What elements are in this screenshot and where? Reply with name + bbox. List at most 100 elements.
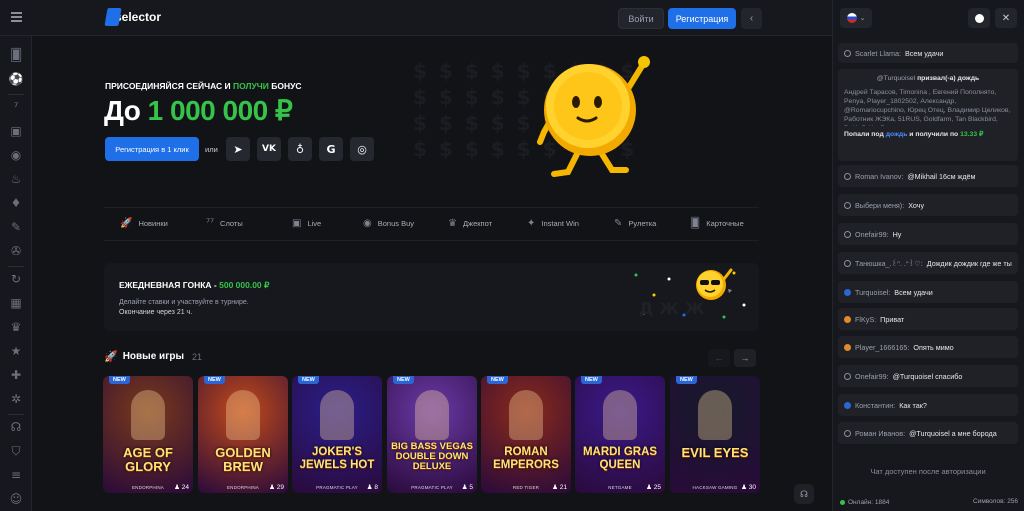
language-selector[interactable]: ⌄ (840, 8, 872, 28)
star-icon[interactable]: ★ (9, 344, 23, 358)
poker-icon[interactable]: ✇ (9, 244, 23, 258)
chat-message: Роман Иванов: @Turquoisel а мне борода (838, 422, 1018, 444)
instant-win-icon: ✦ (527, 218, 536, 229)
telegram-icon[interactable]: ➤ (226, 137, 250, 161)
category-roulette[interactable]: ✎ Рулетка (614, 218, 656, 229)
support-icon[interactable]: ☊ (9, 420, 23, 434)
live-icon[interactable]: ▣ (9, 124, 23, 138)
chat-username[interactable]: Выбери меня): (855, 201, 904, 210)
chat-username[interactable]: FlKyS: (855, 315, 876, 324)
rocket-icon: 🚀 (104, 350, 118, 363)
network-icon[interactable]: ✲ (9, 392, 23, 406)
avatar-icon (844, 343, 851, 351)
gift-icon[interactable]: ✚ (9, 368, 23, 382)
logo[interactable]: selector (104, 8, 161, 26)
game-title: EVIL EYES (681, 445, 749, 460)
category-new[interactable]: 🚀 Новинки (120, 218, 168, 229)
game-character-image (509, 390, 543, 440)
rain-word: дождь (885, 131, 908, 138)
chat-text: Всем удачи (894, 287, 933, 297)
category-bonus-buy[interactable]: ◉ Bonus Buy (363, 218, 414, 229)
players-count: ♟ 30 (741, 483, 756, 491)
user-icon: ♟ (269, 483, 275, 491)
game-character-image (226, 390, 260, 440)
daily-race-banner[interactable]: ЕЖЕДНЕВНАЯ ГОНКА - 500 000.00 ₽ Делайте … (104, 263, 759, 331)
trophy-icon[interactable]: ♛ (9, 320, 23, 334)
steam-icon[interactable]: ◎ (350, 137, 374, 161)
game-card[interactable]: NEW AGE OF GLORY ENDORPHINA ♟ 24 (103, 376, 193, 493)
chat-username[interactable]: Константин: (855, 401, 895, 410)
user-icon: ♟ (741, 483, 747, 491)
slots-icon[interactable]: ⁷ (9, 100, 23, 114)
game-card[interactable]: NEW EVIL EYES HACKSAW GAMING ♟ 30 (670, 376, 760, 493)
prev-games-button[interactable]: ← (708, 349, 730, 367)
chat-username[interactable]: Scarlet Llama: (855, 49, 901, 58)
category-instant-win[interactable]: ✦ Instant Win (527, 218, 579, 229)
user-icon: ♟ (461, 483, 468, 491)
chat-username[interactable]: Player_1666165: (855, 343, 909, 352)
chat-username[interactable]: Роман Иванов: (855, 429, 905, 438)
avatar-icon (844, 49, 851, 57)
category-bar (104, 207, 759, 241)
users-icon[interactable]: ☺ (9, 492, 23, 506)
google-icon[interactable]: G (319, 137, 343, 161)
close-chat-button[interactable]: ✕ (995, 8, 1017, 28)
game-card[interactable]: NEW ROMAN EMPERORS RED TIGER ♟ 21 (481, 376, 571, 493)
chat-message: Танюшка_.꒰ᐢ. .ᐢ꒱♡: Дождик дождик где же т… (838, 252, 1018, 274)
game-card[interactable]: NEW BIG BASS VEGAS DOUBLE DOWN DELUXE PRAG… (387, 376, 477, 493)
headset-icon: ☊ (800, 488, 808, 499)
register-button[interactable]: Регистрация (668, 8, 736, 29)
jackpot-icon: ♛ (448, 218, 457, 229)
chat-text: @Mikhail 16см ждём (907, 171, 976, 181)
new-games-title: Новые игры (122, 351, 185, 362)
avatar-icon (844, 401, 851, 409)
chat-message: Scarlet Llama: Всем удачи (838, 43, 1018, 63)
quick-register-button[interactable]: Регистрация в 1 клик (105, 137, 199, 161)
rain-message: @Turquoisel призвал(-а) дождь Андрей Тар… (838, 69, 1018, 161)
category-live[interactable]: ▣ Live (292, 218, 321, 229)
soccer-icon[interactable]: ⚽ (9, 72, 24, 86)
bonus-buy-icon[interactable]: ◉ (9, 148, 23, 162)
collapse-chat-button[interactable]: ‹ (741, 8, 762, 29)
game-title: BIG BASS VEGAS DOUBLE DOWN DELUXE (391, 441, 473, 472)
odnoklassniki-icon[interactable]: ♁ (288, 137, 312, 161)
roulette-icon[interactable]: ✎ (9, 220, 23, 234)
chat-username[interactable]: Onefair99: (855, 230, 889, 239)
game-card[interactable]: NEW MARDI GRAS QUEEN NETGAME ♟ 25 (575, 376, 665, 493)
refresh-icon[interactable]: ↻ (9, 272, 23, 286)
gift-box-icon[interactable]: ▦ (9, 296, 23, 310)
chat-text: @Turquoisel а мне борода (909, 428, 997, 438)
list-icon[interactable]: ≡ (9, 468, 23, 482)
login-button[interactable]: Войти (618, 8, 664, 29)
chat-username[interactable]: Turquoisel: (855, 288, 890, 297)
category-jackpot[interactable]: ♛ Джекпот (448, 218, 492, 229)
or-label: или (205, 145, 218, 154)
vk-icon[interactable]: VK (257, 137, 281, 161)
players-count: ♟ 21 (552, 483, 567, 491)
arrow-left-icon: ← (714, 353, 724, 363)
chat-username[interactable]: Onefair99: (855, 372, 889, 381)
roulette-icon: ✎ (614, 218, 623, 229)
chat-text: Приват (880, 314, 905, 324)
category-slots[interactable]: ⁷⁷ Слоты (206, 218, 243, 229)
fire-icon[interactable]: ♨ (9, 172, 23, 186)
category-cards[interactable]: 🂠 Карточные (690, 218, 744, 229)
chat-text: Опять мимо (913, 342, 954, 352)
players-count: ♟ 25 (646, 483, 661, 491)
game-card[interactable]: NEW JOKER'S JEWELS HOT PRAGMATIC PLAY ♟ 8 (292, 376, 382, 493)
game-title: GOLDEN BREW (215, 445, 271, 474)
menu-icon[interactable] (11, 12, 22, 22)
chat-username[interactable]: Roman Ivanov: (855, 172, 903, 181)
race-description: Делайте ставки и участвуйте в турнире. (119, 299, 249, 306)
drop-icon[interactable]: ♦ (9, 196, 23, 210)
support-button[interactable]: ☊ (794, 484, 814, 504)
chat-username[interactable]: Танюшка_.꒰ᐢ. .ᐢ꒱♡: (855, 258, 923, 268)
user-icon: ♟ (366, 483, 373, 491)
game-character-image (415, 390, 449, 440)
cards-icon[interactable]: 🂠 (9, 48, 23, 62)
shield-icon[interactable]: ⛉ (9, 444, 23, 458)
avatar-icon (844, 429, 851, 437)
game-card[interactable]: NEW GOLDEN BREW ENDORPHINA ♟ 29 (198, 376, 288, 493)
chat-toggle-button[interactable] (968, 8, 990, 28)
next-games-button[interactable]: → (734, 349, 756, 367)
